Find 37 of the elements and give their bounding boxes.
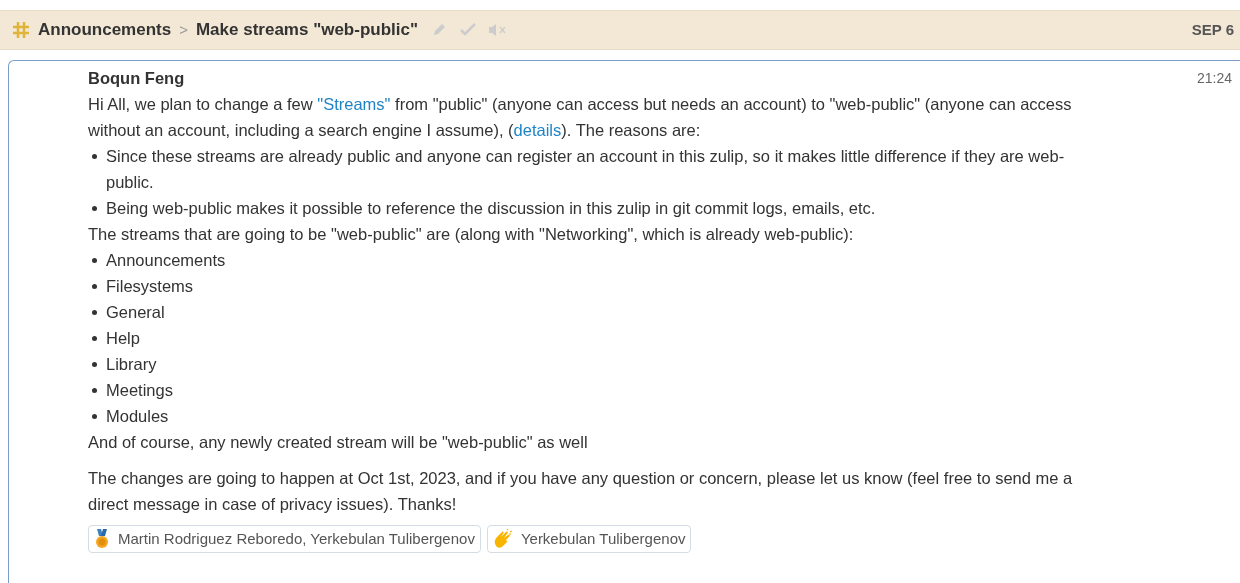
list-item: Meetings: [106, 380, 173, 401]
message-paragraph: The changes are going to happen at Oct 1st, 2023, and if you have any question or concern, please let us know (feel free to send me a direct message in case of privacy issues). Thanks!: [88, 468, 1074, 515]
hash-icon: [12, 21, 30, 39]
medal-icon: [94, 529, 110, 549]
bullet-icon: [92, 388, 97, 393]
list-item: Library: [106, 354, 157, 375]
breadcrumb-separator: >: [179, 19, 188, 40]
sender-name[interactable]: Boqun Feng: [88, 65, 185, 91]
message-paragraph: The streams that are going to be "web-public" are (along with "Networking", which is already web-public):: [88, 224, 855, 245]
list-item: Announcements: [106, 250, 226, 271]
bullet-icon: [92, 336, 97, 341]
bullet-icon: [92, 206, 97, 211]
pencil-icon[interactable]: [432, 23, 447, 37]
list-item: General: [106, 302, 165, 323]
message-link[interactable]: "Streams": [317, 95, 391, 113]
topic-name[interactable]: Make streams "web-public": [195, 17, 419, 43]
message-time[interactable]: 21:24: [1196, 65, 1232, 91]
date-label: SEP 6: [1191, 19, 1234, 40]
list-item: Being web-public makes it possible to reference the discussion in this zulip in git commit logs, emails, etc.: [106, 198, 876, 219]
list-item: Modules: [106, 406, 169, 427]
bullet-icon: [92, 414, 97, 419]
list-item: Since these streams are already public and anyone can register an account in this zulip, so it makes little difference if they are web-public.: [106, 146, 1066, 193]
clapping-hands-icon: [492, 529, 513, 549]
message-paragraph: And of course, any newly created stream will be "web-public" as well: [88, 432, 589, 453]
check-icon[interactable]: [460, 23, 477, 37]
bullet-icon: [92, 154, 97, 159]
stream-name[interactable]: Announcements: [38, 17, 172, 43]
message-paragraph: Hi All, we plan to change a few "Streams" from "public" (anyone can access but needs an account) to "web-public" (anyone can access without an account, including a search engine I assume), (details). The reasons are:: [88, 94, 1073, 141]
bullet-icon: [92, 310, 97, 315]
list-item: Help: [106, 328, 140, 349]
message-link[interactable]: details: [513, 121, 562, 139]
bullet-icon: [92, 284, 97, 289]
list-item: Filesystems: [106, 276, 194, 297]
reaction-chip[interactable]: Yerkebulan Tulibergenov: [486, 525, 692, 553]
bullet-icon: [92, 258, 97, 263]
reaction-chip[interactable]: Martin Rodriguez Reboredo, Yerkebulan Tulibergenov: [88, 525, 481, 553]
bullet-icon: [92, 362, 97, 367]
